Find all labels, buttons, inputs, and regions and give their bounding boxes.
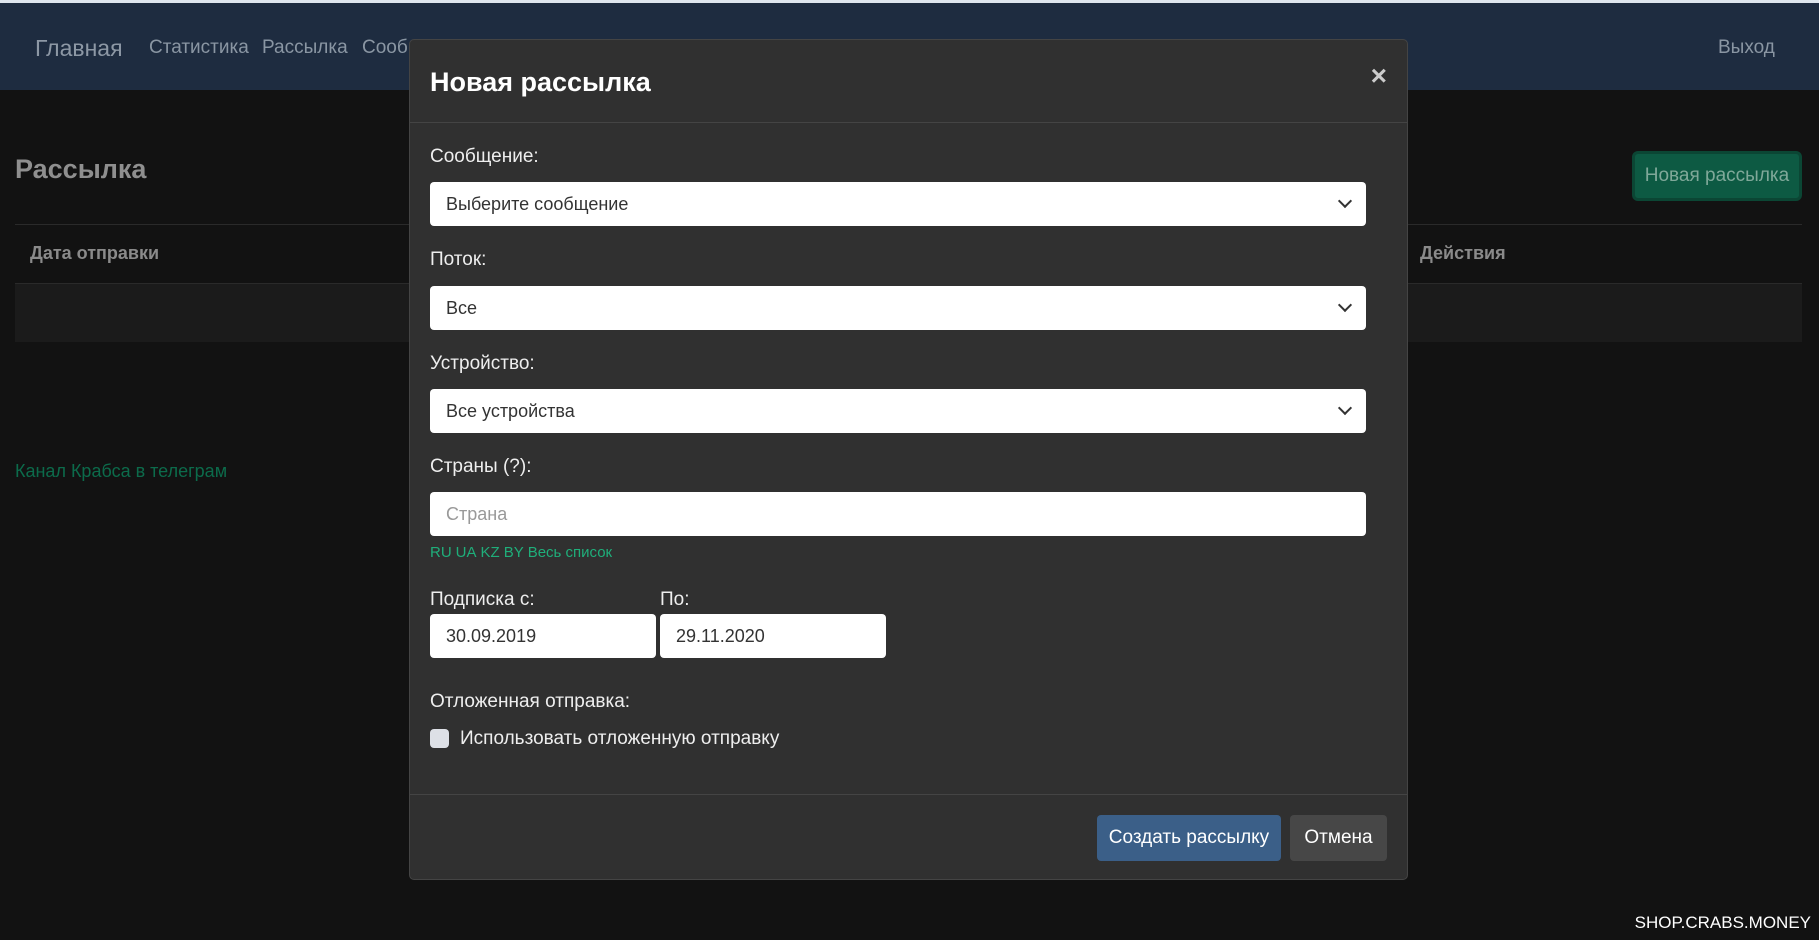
delayed-checkbox[interactable] bbox=[430, 729, 449, 748]
nav-logout[interactable]: Выход bbox=[1718, 37, 1775, 59]
device-select[interactable]: Все устройства bbox=[430, 389, 1366, 433]
create-mailing-button[interactable]: Создать рассылку bbox=[1097, 815, 1281, 861]
delayed-label: Отложенная отправка: bbox=[430, 691, 631, 712]
nav-item-mailing[interactable]: Рассылка bbox=[262, 37, 348, 59]
message-select[interactable]: Выберите сообщение bbox=[430, 182, 1366, 226]
sub-from-input[interactable]: 30.09.2019 bbox=[430, 614, 656, 658]
country-quick-links: RU UA KZ BY Весь список bbox=[430, 544, 616, 561]
new-mailing-button[interactable]: Новая рассылка bbox=[1632, 151, 1802, 201]
device-select-value: Все устройства bbox=[446, 400, 575, 421]
stream-select-value: Все bbox=[446, 297, 478, 318]
chevron-down-icon bbox=[1337, 297, 1353, 313]
sub-to-value: 29.11.2020 bbox=[676, 625, 765, 646]
nav-brand[interactable]: Главная bbox=[35, 35, 123, 62]
modal-footer-divider bbox=[410, 794, 1407, 795]
stream-label: Поток: bbox=[430, 249, 487, 270]
sub-to-input[interactable]: 29.11.2020 bbox=[660, 614, 886, 658]
modal-header: Новая рассылка × bbox=[410, 40, 1407, 123]
countries-label: Страны (?): bbox=[430, 456, 532, 477]
message-label: Сообщение: bbox=[430, 146, 539, 167]
chevron-down-icon bbox=[1337, 400, 1353, 416]
sub-from-label: Подписка с: bbox=[430, 589, 535, 610]
country-link-ru[interactable]: RU bbox=[430, 544, 452, 561]
column-header-actions: Действия bbox=[1420, 243, 1506, 263]
page-title: Рассылка bbox=[15, 154, 147, 184]
sub-from-value: 30.09.2019 bbox=[446, 625, 537, 646]
watermark: SHOP.CRABS.MONEY bbox=[1634, 913, 1811, 932]
new-mailing-modal: Новая рассылка × Сообщение: Выберите соо… bbox=[409, 39, 1408, 880]
stream-select[interactable]: Все bbox=[430, 286, 1366, 330]
telegram-link[interactable]: Канал Крабса в телеграм bbox=[15, 461, 227, 482]
message-select-value: Выберите сообщение bbox=[446, 193, 629, 214]
country-input-placeholder: Страна bbox=[446, 503, 508, 524]
delayed-checkbox-label[interactable]: Использовать отложенную отправку bbox=[460, 728, 779, 750]
country-link-by[interactable]: BY bbox=[504, 544, 524, 561]
chevron-down-icon bbox=[1337, 193, 1353, 209]
modal-title: Новая рассылка bbox=[430, 67, 651, 97]
sub-to-label: По: bbox=[660, 589, 690, 610]
column-header-date: Дата отправки bbox=[30, 243, 160, 263]
country-link-ua[interactable]: UA bbox=[456, 544, 477, 561]
cancel-button[interactable]: Отмена bbox=[1290, 815, 1387, 861]
country-input[interactable]: Страна bbox=[430, 492, 1366, 536]
device-label: Устройство: bbox=[430, 353, 535, 374]
country-link-all[interactable]: Весь список bbox=[528, 544, 612, 561]
nav-item-messages[interactable]: Сооб bbox=[362, 37, 408, 59]
nav-item-statistics[interactable]: Статистика bbox=[149, 37, 249, 59]
country-link-kz[interactable]: KZ bbox=[481, 544, 500, 561]
close-icon[interactable]: × bbox=[1371, 60, 1387, 92]
